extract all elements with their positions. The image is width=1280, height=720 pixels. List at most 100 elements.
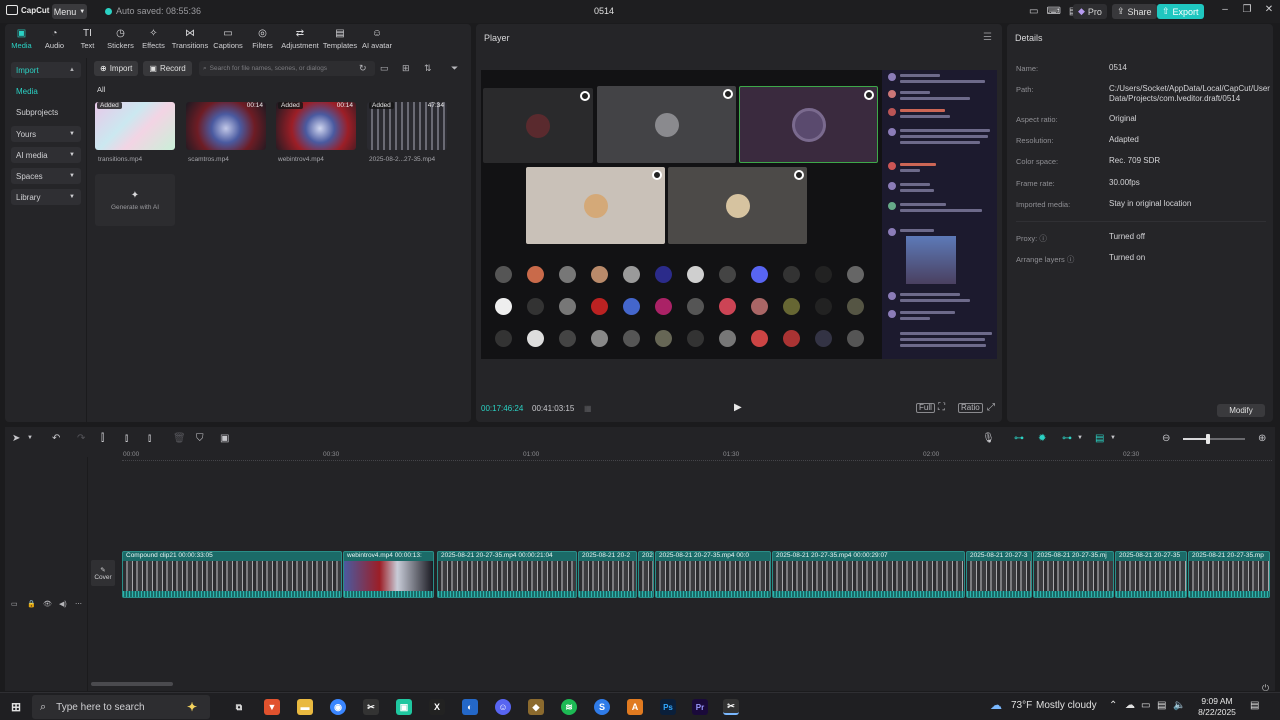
timeline-scrollbar[interactable]: [91, 682, 173, 686]
export-button[interactable]: ⇧ Export: [1157, 4, 1204, 19]
hamburger-icon[interactable]: ☰: [983, 32, 992, 43]
brave-icon[interactable]: ▼: [264, 699, 280, 715]
tab-adjustment[interactable]: ⇄ Adjustment: [279, 24, 321, 52]
tray-chevron-icon[interactable]: ⌃: [1109, 700, 1117, 711]
minimize-icon[interactable]: –: [1218, 4, 1232, 15]
timeline-grid-icon[interactable]: ▦: [584, 404, 592, 413]
media-item-webintro[interactable]: Added 00:14: [276, 102, 356, 150]
layout-icon[interactable]: ▭: [1029, 6, 1038, 17]
tab-ai-avatar[interactable]: ☺ AI avatar: [359, 24, 395, 52]
chrome-icon[interactable]: ◉: [330, 699, 346, 715]
spotify-icon[interactable]: ≋: [561, 699, 577, 715]
timeline-clip[interactable]: 2025-08-21 20-27-3: [966, 551, 1032, 598]
delete-icon[interactable]: 🗑: [173, 433, 186, 444]
media-item-transitions[interactable]: Added: [95, 102, 175, 150]
copilot-icon[interactable]: ✦: [184, 699, 200, 715]
media-item-recording[interactable]: Added 47:34: [367, 102, 447, 150]
tab-stickers[interactable]: ◷ Stickers: [104, 24, 137, 52]
tab-filters[interactable]: ◎ Filters: [246, 24, 279, 52]
edge-icon[interactable]: ◐: [462, 699, 478, 715]
play-button[interactable]: ▶: [734, 402, 742, 413]
menu-button[interactable]: Menu ▼: [52, 4, 87, 19]
game-icon[interactable]: ◆: [528, 699, 544, 715]
undo-icon[interactable]: ↶: [52, 433, 60, 444]
windows-start-icon[interactable]: ⊞: [8, 699, 24, 715]
grid-view-icon[interactable]: ⊞: [402, 63, 410, 74]
lock-icon[interactable]: 🔒: [27, 600, 36, 608]
chevron-down-icon[interactable]: ▼: [1077, 435, 1083, 441]
timeline-clip[interactable]: 2025-08-21 20-27-35: [1115, 551, 1187, 598]
timeline-clip[interactable]: 2025-08-21 20-27-35.mp: [1188, 551, 1270, 598]
media-frame-icon[interactable]: ▣: [220, 433, 229, 444]
sidebar-item-subprojects[interactable]: Subprojects: [11, 104, 81, 120]
timeline-clip[interactable]: Compound clip21 00:00:33:05: [122, 551, 342, 598]
timeline-clip[interactable]: 2025-08-21 20-2: [578, 551, 637, 598]
sort-icon[interactable]: ⇅: [424, 63, 432, 74]
tray-app-icon[interactable]: ▭: [1141, 700, 1150, 711]
tab-captions[interactable]: ▭ Captions: [210, 24, 246, 52]
select-tool-icon[interactable]: ➤: [12, 433, 20, 444]
tab-effects[interactable]: ✧ Effects: [137, 24, 170, 52]
premiere-icon[interactable]: Pr: [692, 699, 708, 715]
media-search-input[interactable]: ⌕ Search for file names, scenes, or dialo…: [199, 61, 375, 76]
tab-media[interactable]: ▣ Media: [5, 24, 38, 52]
notifications-icon[interactable]: ▤: [1250, 700, 1259, 711]
linkage-icon[interactable]: ⊶: [1062, 433, 1072, 444]
record-button[interactable]: ▣ Record: [143, 61, 192, 76]
cover-button[interactable]: ✎ Cover: [91, 560, 115, 586]
timeline-clip[interactable]: 2025-08-21 20-27-35.mp4 00:00:21:04: [437, 551, 577, 598]
capcut-icon[interactable]: ✂: [363, 699, 379, 715]
preview-axis-icon[interactable]: ▤: [1095, 433, 1104, 444]
timeline-clip[interactable]: 2025: [638, 551, 654, 598]
task-view-icon[interactable]: ⧉: [231, 699, 247, 715]
close-icon[interactable]: ✕: [1262, 4, 1276, 15]
sidebar-item-spaces[interactable]: Spaces ▼: [11, 168, 81, 184]
fullscreen-icon[interactable]: ⤢: [987, 402, 995, 413]
microphone-icon[interactable]: 🎙: [982, 433, 995, 444]
import-button[interactable]: ⊕ Import: [94, 61, 139, 76]
timeline-clip[interactable]: webintrov4.mp4 00:00:13:: [343, 551, 434, 598]
sidebar-item-yours[interactable]: Yours ▼: [11, 126, 81, 142]
video-preview[interactable]: [481, 70, 997, 359]
generate-with-ai-card[interactable]: ✦ Generate with AI: [95, 174, 175, 226]
chevron-down-icon[interactable]: ▼: [1110, 435, 1116, 441]
cloud-icon[interactable]: ☁: [1125, 700, 1135, 711]
track-frame-icon[interactable]: ▭: [11, 600, 18, 608]
affinity-icon[interactable]: A: [627, 699, 643, 715]
photoshop-icon[interactable]: Ps: [660, 699, 676, 715]
sidebar-item-library[interactable]: Library ▼: [11, 189, 81, 205]
app-s-icon[interactable]: S: [594, 699, 610, 715]
split-right-icon[interactable]: ⫾: [148, 433, 151, 444]
timeline-clip[interactable]: 2025-08-21 20-27-35.mp4 00:00:29:07: [772, 551, 965, 598]
tab-audio[interactable]: ◔ Audio: [38, 24, 71, 52]
redo-icon[interactable]: ↷: [77, 433, 85, 444]
weather-icon[interactable]: ☁: [990, 698, 1002, 712]
shortcuts-icon[interactable]: ⌨: [1046, 6, 1060, 17]
discord-icon[interactable]: ☺: [495, 699, 511, 715]
timeline-clip[interactable]: 2025-08-21 20-27-35.mp4 00:0: [655, 551, 771, 598]
zoom-slider-handle[interactable]: [1206, 434, 1210, 444]
timeline-clip[interactable]: 2025-08-21 20-27-35.mj: [1033, 551, 1114, 598]
folder-icon[interactable]: ▭: [380, 63, 389, 74]
share-button[interactable]: ⇪ Share: [1112, 4, 1157, 19]
tab-text[interactable]: TI Text: [71, 24, 104, 52]
split-icon[interactable]: ⫿: [101, 433, 104, 444]
crop-icon[interactable]: ⛶: [938, 402, 945, 413]
tab-templates[interactable]: ▤ Templates: [321, 24, 359, 52]
volume-icon[interactable]: ◀): [59, 600, 67, 608]
network-icon[interactable]: ▤: [1157, 700, 1166, 711]
media-item-scamtros[interactable]: 00:14: [186, 102, 266, 150]
file-explorer-icon[interactable]: ▬: [297, 699, 313, 715]
zoom-in-icon[interactable]: ⊕: [1258, 433, 1266, 444]
modify-button[interactable]: Modify: [1217, 404, 1265, 417]
app-icon[interactable]: ▣: [396, 699, 412, 715]
maximize-icon[interactable]: ❐: [1240, 4, 1254, 15]
system-clock[interactable]: 9:09 AM 8/22/2025: [1195, 696, 1239, 718]
zoom-slider[interactable]: [1183, 434, 1245, 444]
volume-icon[interactable]: 🔈: [1173, 700, 1185, 711]
zoom-out-icon[interactable]: ⊖: [1162, 433, 1170, 444]
pro-button[interactable]: ◆ Pro: [1073, 4, 1107, 19]
more-icon[interactable]: ⋯: [75, 600, 82, 608]
eye-icon[interactable]: 👁: [43, 600, 52, 608]
tab-transitions[interactable]: ⋈ Transitions: [170, 24, 210, 52]
